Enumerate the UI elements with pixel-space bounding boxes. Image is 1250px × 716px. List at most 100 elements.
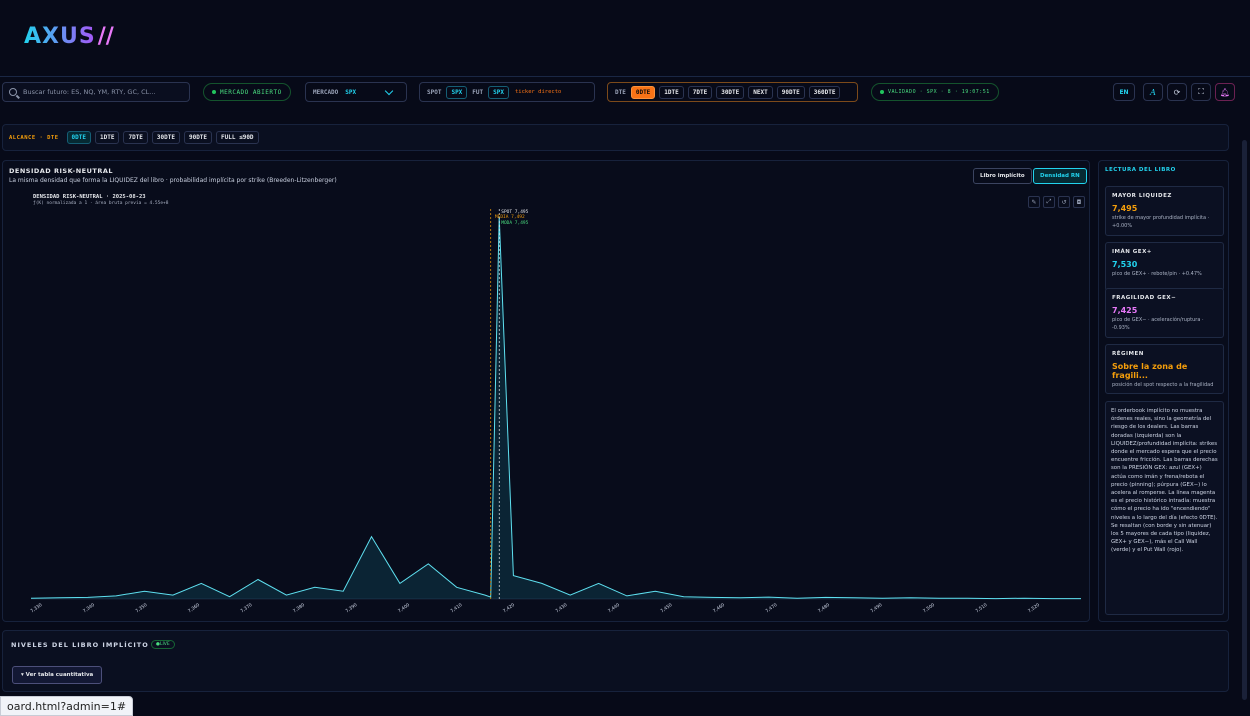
density-chart-panel: DENSIDAD RISK-NEUTRAL La misma densidad …	[2, 160, 1090, 622]
mercado-value: SPX	[345, 88, 357, 96]
niveles-title: NIVELES DEL LIBRO IMPLÍCITO	[11, 641, 149, 649]
x-tick-label: 7,460	[712, 602, 726, 614]
alcance-0dte-button[interactable]: 0DTE	[66, 131, 91, 144]
search-input[interactable]	[23, 88, 183, 96]
fullscreen-icon: ⛶	[1198, 87, 1204, 96]
dte-90dte-button[interactable]: 90DTE	[776, 85, 805, 99]
validated-text: VALIDADO · SPX · 8 · 19:07:51	[888, 89, 990, 95]
status-url-tooltip: oard.html?admin=1#	[0, 696, 134, 716]
alcance-90dte-button[interactable]: 90DTE	[183, 131, 213, 144]
card-desc: strike de mayor profundidad implícita · …	[1112, 215, 1210, 229]
ticker-note: ticker directo	[514, 89, 562, 95]
density-plot: MEDIA 7,492 SPOT 7,495 MODA 7,495 7,330 7…	[29, 209, 1081, 614]
density-area	[31, 216, 1081, 600]
dte-0dte-button[interactable]: 0DTE	[630, 85, 656, 99]
market-status-badge: MERCADO ABIERTO	[203, 83, 291, 101]
live-text: LIVE	[159, 642, 170, 647]
alerts-button[interactable]: 🔔︎	[1215, 83, 1235, 101]
live-badge: ● LIVE	[151, 640, 175, 649]
x-tick-label: 7,500	[922, 602, 936, 614]
card-desc: posición del spot respecto a la fragilid…	[1112, 382, 1214, 388]
x-tick-label: 7,390	[344, 602, 358, 614]
language-label: EN	[1119, 88, 1129, 96]
refresh-button[interactable]: ⟳	[1167, 83, 1187, 101]
orderbook-explanation: El orderbook implícito no muestra órdene…	[1105, 401, 1224, 615]
x-tick-label: 7,470	[764, 602, 778, 614]
spot-ticker-button[interactable]: SPX	[446, 85, 468, 99]
x-tick-label: 7,490	[869, 602, 883, 614]
x-tick-label: 7,340	[82, 602, 96, 614]
card-fragilidad-gex: FRAGILIDAD GEX− 7,425 pico de GEX− · ace…	[1105, 288, 1224, 338]
dte-label: DTE	[615, 88, 626, 96]
ticker-group: SPOT SPX FUT SPX ticker directo	[419, 82, 595, 102]
dte-group: DTE 0DTE 1DTE 7DTE 30DTE NEXT 90DTE 360D…	[607, 82, 858, 102]
fullscreen-button[interactable]: ⛶	[1191, 83, 1211, 101]
niveles-panel: NIVELES DEL LIBRO IMPLÍCITO ● LIVE ▾ Ver…	[2, 630, 1229, 692]
side-title: LECTURA DEL LIBRO	[1105, 167, 1176, 173]
chevron-down-icon	[384, 86, 394, 95]
page-scrollbar[interactable]	[1242, 140, 1247, 700]
alcance-30dte-button[interactable]: 30DTE	[151, 131, 180, 144]
x-tick-label: 7,510	[974, 602, 988, 614]
bell-icon: 🔔︎	[1219, 87, 1231, 97]
card-key: FRAGILIDAD GEX−	[1112, 295, 1177, 301]
ver-tabla-button[interactable]: ▾ Ver tabla cuantitativa	[12, 666, 103, 684]
x-tick-label: 7,370	[239, 602, 253, 614]
alcance-7dte-button[interactable]: 7DTE	[123, 131, 148, 144]
dte-30dte-button[interactable]: 30DTE	[716, 85, 745, 99]
alcance-1dte-button[interactable]: 1DTE	[95, 131, 120, 144]
x-tick-label: 7,480	[817, 602, 831, 614]
card-key: RÉGIMEN	[1112, 351, 1144, 357]
x-tick-label: 7,420	[502, 602, 516, 614]
dte-7dte-button[interactable]: 7DTE	[687, 85, 713, 99]
x-tick-label: 7,410	[449, 602, 463, 614]
card-desc: pico de GEX− · aceleración/ruptura · -0.…	[1112, 317, 1204, 331]
lectura-del-libro-panel: LECTURA DEL LIBRO MAYOR LIQUIDEZ 7,495 s…	[1098, 160, 1229, 622]
alcance-label: ALCANCE · DTE	[9, 134, 59, 141]
card-value: 7,495	[1112, 204, 1138, 213]
font-button[interactable]: A	[1143, 83, 1163, 101]
font-icon: A	[1150, 87, 1156, 97]
spot-label: SPOT	[427, 88, 442, 96]
card-value: 7,530	[1112, 260, 1138, 269]
alcance-bar: ALCANCE · DTE 0DTE 1DTE 7DTE 30DTE 90DTE…	[2, 124, 1229, 151]
density-line	[30, 216, 1081, 600]
alcance-full-button[interactable]: FULL ≤90D	[216, 131, 259, 144]
card-iman-gex: IMÁN GEX+ 7,530 pico de GEX+ · rebote/pi…	[1105, 242, 1224, 291]
x-tick-labels: 7,330 7,340 7,350 7,360 7,370 7,380 7,390 7,400…	[29, 602, 1041, 614]
card-mayor-liquidez: MAYOR LIQUIDEZ 7,495 strike de mayor pro…	[1105, 186, 1224, 236]
market-status-text: MERCADO ABIERTO	[220, 88, 282, 96]
x-tick-label: 7,350	[134, 602, 148, 614]
validated-badge: VALIDADO · SPX · 8 · 19:07:51	[871, 83, 999, 101]
x-tick-label: 7,400	[397, 602, 411, 614]
card-key: MAYOR LIQUIDEZ	[1112, 193, 1172, 199]
x-tick-label: 7,450	[659, 602, 673, 614]
x-tick-label: 7,360	[187, 602, 201, 614]
moda-label: MODA 7,495	[501, 220, 528, 226]
axus-logo[interactable]: AXUS //	[24, 20, 114, 52]
card-key: IMÁN GEX+	[1112, 249, 1152, 255]
refresh-icon: ⟳	[1173, 87, 1181, 97]
card-value: 7,425	[1112, 306, 1138, 315]
top-toolbar: MERCADO ABIERTO MERCADO SPX SPOT SPX FUT…	[0, 76, 1250, 106]
spot-label: SPOT 7,495	[501, 209, 528, 215]
x-tick-label: 7,380	[292, 602, 306, 614]
language-button[interactable]: EN	[1113, 83, 1135, 101]
dte-360dte-button[interactable]: 360DTE	[808, 85, 841, 99]
x-tick-label: 7,520	[1027, 602, 1041, 614]
fut-label: FUT	[472, 88, 484, 96]
dte-1dte-button[interactable]: 1DTE	[659, 85, 684, 99]
card-regimen: RÉGIMEN Sobre la zona de fragili... posi…	[1105, 344, 1224, 394]
validated-dot-icon	[880, 90, 884, 94]
mercado-select[interactable]: MERCADO SPX	[305, 82, 407, 102]
x-tick-label: 7,440	[607, 602, 621, 614]
mercado-label: MERCADO	[313, 88, 339, 96]
x-tick-label: 7,430	[554, 602, 568, 614]
card-value: Sobre la zona de fragili...	[1112, 362, 1188, 380]
search-box[interactable]	[2, 82, 190, 102]
logo-slash-mark: //	[97, 23, 114, 49]
search-icon	[9, 88, 17, 96]
logo-text: AXUS	[24, 23, 96, 49]
fut-ticker-button[interactable]: SPX	[488, 85, 509, 99]
dte-next-button[interactable]: NEXT	[748, 85, 773, 99]
